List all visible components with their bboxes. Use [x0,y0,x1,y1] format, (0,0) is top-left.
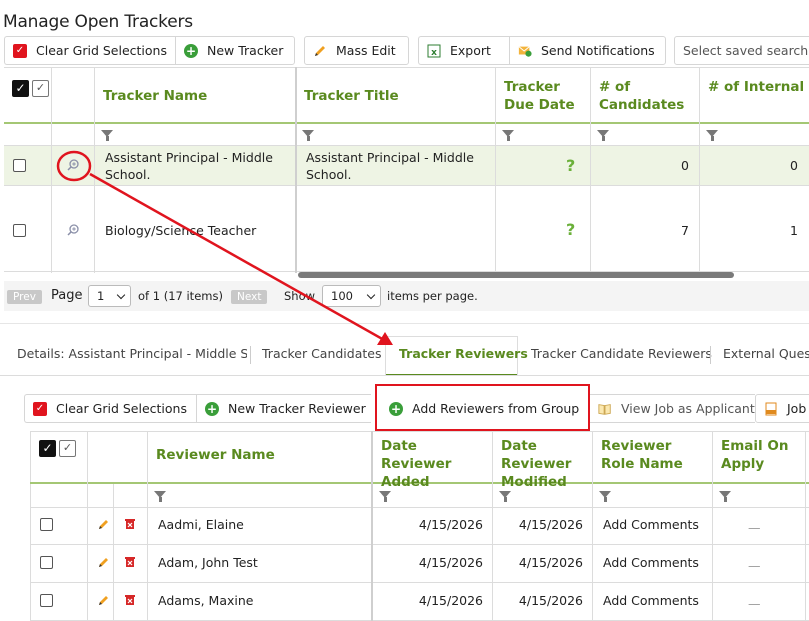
annotation-overlay [56,150,393,345]
annotation-circle [56,150,92,182]
annotation-arrow-line [89,172,385,342]
